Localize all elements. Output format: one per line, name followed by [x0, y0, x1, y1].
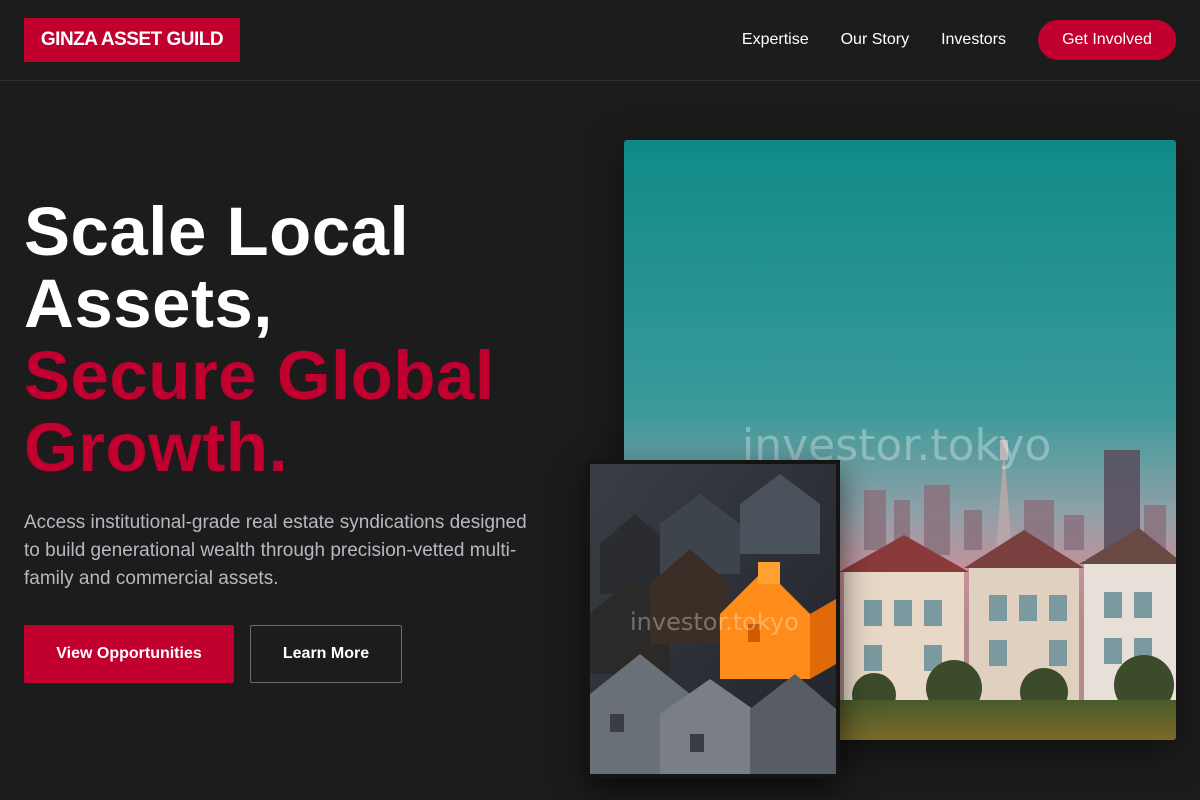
nav-link-investors[interactable]: Investors	[941, 31, 1006, 49]
get-involved-button[interactable]: Get Involved	[1038, 20, 1176, 60]
nav-link-our-story[interactable]: Our Story	[841, 31, 909, 49]
hero-subtext: Access institutional-grade real estate s…	[24, 512, 527, 589]
hero-headline: Scale Local Assets, Secure Global Growth…	[24, 196, 584, 484]
inset-photo-watermark: investor.tokyo	[630, 608, 799, 636]
learn-more-button[interactable]: Learn More	[250, 625, 402, 683]
nav-link-expertise[interactable]: Expertise	[742, 31, 809, 49]
headline-line-2: Assets,	[24, 265, 273, 342]
headline-line-1: Scale Local	[24, 193, 410, 270]
headline-accent-line-2: Growth.	[24, 409, 289, 486]
nav-links: Expertise Our Story Investors Get Involv…	[742, 20, 1176, 60]
view-opportunities-button[interactable]: View Opportunities	[24, 625, 234, 683]
top-navigation: GINZA ASSET GUILD Expertise Our Story In…	[0, 0, 1200, 81]
brand-logo[interactable]: GINZA ASSET GUILD	[24, 18, 240, 62]
headline-accent-line-1: Secure Global	[24, 337, 495, 414]
